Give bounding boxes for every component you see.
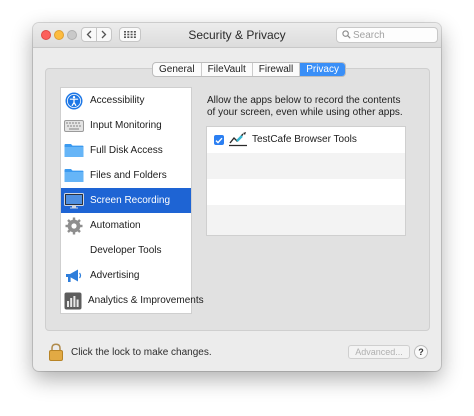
search-input[interactable]: [353, 29, 433, 41]
sidebar-item-accessibility[interactable]: Accessibility: [61, 88, 191, 113]
sidebar-item-label: Advertising: [90, 270, 140, 281]
tab-privacy[interactable]: Privacy: [300, 63, 345, 76]
sidebar-item-label: Input Monitoring: [90, 120, 162, 131]
app-name: TestCafe Browser Tools: [252, 134, 357, 145]
help-button[interactable]: ?: [414, 345, 428, 359]
sidebar-item-screen-recording[interactable]: Screen Recording: [61, 188, 191, 213]
sidebar-item-label: Automation: [90, 220, 141, 231]
tab-bar: General FileVault Firewall Privacy: [152, 62, 346, 77]
search-field[interactable]: [336, 27, 438, 43]
lock-icon[interactable]: [48, 343, 64, 361]
sidebar-item-files-and-folders[interactable]: Files and Folders: [61, 163, 191, 188]
lock-message: Click the lock to make changes.: [71, 347, 212, 358]
keyboard-icon: [64, 116, 84, 136]
empty-row: [207, 153, 405, 179]
sidebar-item-developer-tools[interactable]: Developer Tools: [61, 238, 191, 263]
sidebar-item-label: Files and Folders: [90, 170, 167, 181]
sidebar-item-label: Screen Recording: [90, 195, 171, 206]
sidebar-item-advertising[interactable]: Advertising: [61, 263, 191, 288]
sidebar-item-analytics[interactable]: Analytics & Improvements: [61, 288, 204, 313]
empty-row: [207, 179, 405, 205]
list-item[interactable]: TestCafe Browser Tools: [207, 127, 405, 153]
accessibility-icon: [64, 91, 84, 111]
folder-icon: [64, 141, 84, 161]
app-list: TestCafe Browser Tools: [206, 126, 406, 236]
empty-row: [207, 205, 405, 235]
sidebar-item-input-monitoring[interactable]: Input Monitoring: [61, 113, 191, 138]
sidebar-item-label: Full Disk Access: [90, 145, 163, 156]
folder-icon: [64, 166, 84, 186]
title-bar: Security & Privacy: [33, 23, 441, 48]
privacy-category-list: Accessibility Input Monitoring Full Disk…: [60, 87, 204, 314]
sidebar-item-label: Analytics & Improvements: [88, 295, 204, 306]
megaphone-icon: [64, 266, 84, 286]
screen-recording-description: Allow the apps below to record the conte…: [207, 95, 403, 118]
tab-firewall[interactable]: Firewall: [253, 63, 301, 76]
tab-general[interactable]: General: [153, 63, 202, 76]
search-icon: [342, 30, 351, 39]
sidebar-item-label: Accessibility: [90, 95, 145, 106]
app-checkbox[interactable]: [214, 135, 224, 145]
display-icon: [64, 191, 84, 211]
sidebar-item-full-disk-access[interactable]: Full Disk Access: [61, 138, 191, 163]
sidebar-item-automation[interactable]: Automation: [61, 213, 191, 238]
bar-chart-icon: [64, 291, 82, 311]
checkmark-icon: [215, 137, 223, 144]
testcafe-icon: [229, 132, 247, 147]
tab-filevault[interactable]: FileVault: [202, 63, 253, 76]
sidebar-item-label: Developer Tools: [90, 245, 162, 256]
preferences-window: Security & Privacy General FileVault Fir…: [33, 23, 441, 371]
advanced-button[interactable]: Advanced...: [348, 345, 410, 359]
gear-icon: [64, 216, 84, 236]
